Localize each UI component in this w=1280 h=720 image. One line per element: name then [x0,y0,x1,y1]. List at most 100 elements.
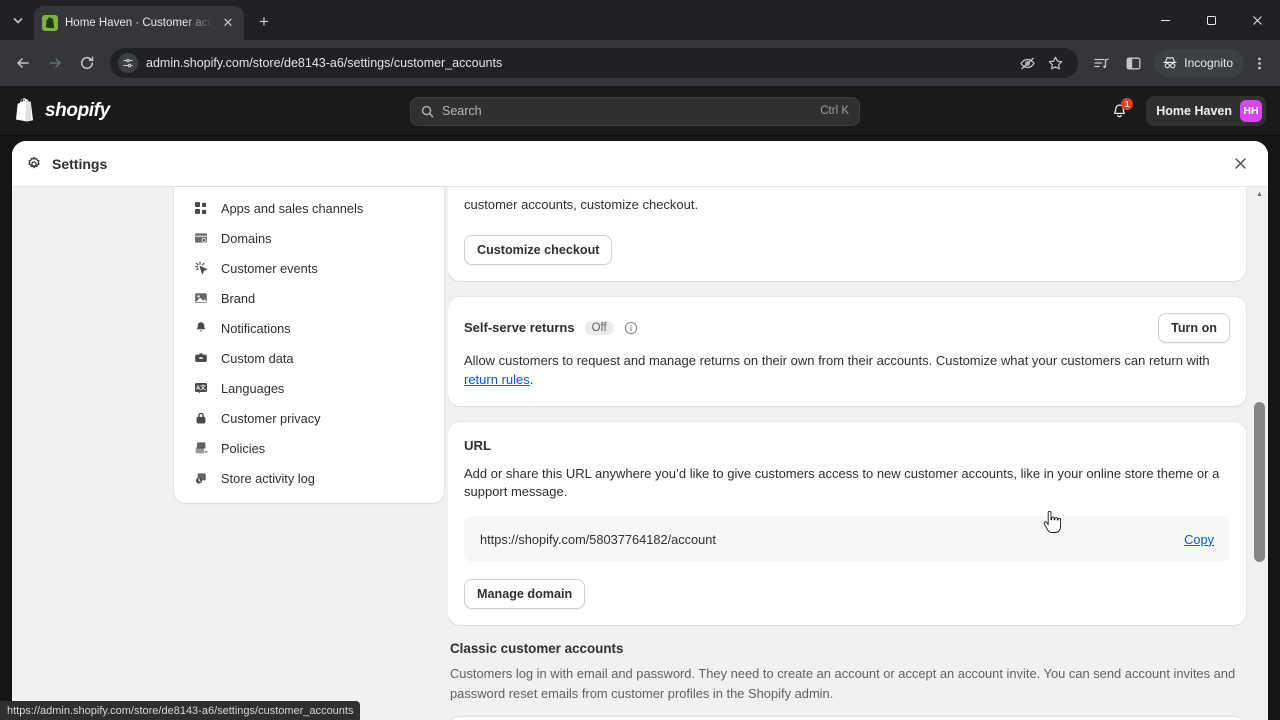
store-name: Home Haven [1156,104,1232,118]
classic-customer-accounts-section: Classic customer accounts Customers log … [448,641,1246,703]
new-tab-button[interactable]: + [250,8,278,36]
page-title: Settings [52,155,108,172]
sidebar-item-domains[interactable]: Domains [180,223,438,253]
notification-badge: 1 [1121,98,1134,110]
close-icon[interactable] [1226,150,1254,178]
svg-text:A⽂: A⽂ [196,383,206,391]
back-icon[interactable] [8,48,38,78]
self-serve-returns-title: Self-serve returns [464,320,575,336]
maximize-icon[interactable] [1188,0,1234,40]
address-bar-url: admin.shopify.com/store/de8143-a6/settin… [146,56,503,70]
classic-accounts-title: Classic customer accounts [450,641,624,657]
toolbar-right-actions: Incognito [1086,48,1272,78]
window-controls [1142,0,1280,40]
apps-grid-icon [192,200,209,217]
avatar: HH [1240,100,1262,122]
minimize-icon[interactable] [1142,0,1188,40]
description-part-1: Allow customers to request and manage re… [464,352,1210,368]
settings-modal-header: Settings [12,141,1268,187]
shopify-wordmark: shopify [45,100,110,121]
sidebar-item-customer-privacy[interactable]: Customer privacy [180,403,438,433]
settings-sidebar: Apps and sales channels Domains Customer… [174,187,444,503]
languages-icon: A⽂ [192,380,209,397]
gear-icon [28,156,40,168]
url-card-heading: URL [464,437,492,453]
classic-accounts-description: Customers log in with email and password… [450,666,1236,701]
customer-events-icon [192,260,209,277]
search-placeholder: Search [442,104,482,118]
star-icon[interactable] [1042,50,1068,76]
description-part-2: . [529,371,534,387]
tab-strip: Home Haven · Customer accou ✕ + [0,0,1280,40]
checkout-card: customer accounts, customize checkout. C… [448,187,1246,281]
sidebar-item-custom-data[interactable]: Custom data [180,343,438,373]
lock-icon [192,410,209,427]
manage-domain-button[interactable]: Manage domain [464,579,586,610]
incognito-icon [1163,57,1177,69]
checkout-card-text: customer accounts, customize checkout. [464,197,699,212]
shopify-bag-icon [16,98,34,122]
shopify-topbar: shopify Search Ctrl K 1 Home Haven HH [0,86,1280,136]
self-serve-returns-card: Self-serve returns Off Turn on Allow cus… [448,296,1246,406]
settings-content: customer accounts, customize checkout. C… [448,187,1268,720]
activity-log-icon [192,470,209,487]
sidebar-item-apps-and-sales-channels[interactable]: Apps and sales channels [180,193,438,223]
incognito-indicator[interactable]: Incognito [1154,49,1244,77]
sidebar-item-label: Custom data [221,350,294,366]
side-panel-icon[interactable] [1118,48,1148,78]
bell-icon [192,320,209,337]
copy-url-link[interactable]: Copy [1184,532,1214,547]
shopify-logo[interactable]: shopify [14,98,110,124]
return-rules-link[interactable]: return rules [464,372,530,387]
tune-icon[interactable] [118,53,138,73]
sidebar-item-languages[interactable]: A⽂ Languages [180,373,438,403]
customer-account-url: https://shopify.com/58037764182/account [480,531,716,547]
custom-data-icon [192,350,209,367]
sidebar-item-label: Customer privacy [221,410,321,426]
customize-checkout-button[interactable]: Customize checkout [464,234,613,265]
sidebar-item-customer-events[interactable]: Customer events [180,253,438,283]
sidebar-item-label: Apps and sales channels [221,200,364,216]
reload-icon[interactable] [72,48,102,78]
tab-search-button[interactable] [4,6,32,34]
status-badge: Off [584,320,614,335]
close-window-icon[interactable] [1234,0,1280,40]
three-dots-icon[interactable] [1246,48,1272,78]
notifications-button[interactable]: 1 [1102,96,1136,126]
tab-close-icon[interactable]: ✕ [220,15,236,31]
status-bar: https://admin.shopify.com/store/de8143-a… [0,701,361,720]
url-value-box: https://shopify.com/58037764182/account … [464,516,1230,563]
sidebar-item-label: Customer events [221,260,318,276]
settings-modal: Settings Apps and sales channels Domains… [12,141,1268,720]
sidebar-item-label: Languages [221,380,285,396]
store-menu-button[interactable]: Home Haven HH [1146,96,1266,126]
browser-toolbar: admin.shopify.com/store/de8143-a6/settin… [0,40,1280,86]
scrollbar-thumb[interactable] [1254,402,1265,562]
reading-list-icon[interactable] [1086,48,1116,78]
sidebar-item-policies[interactable]: Policies [180,433,438,463]
eye-off-icon[interactable] [1014,50,1040,76]
scroll-up-arrow[interactable]: ▲ [1253,187,1266,201]
settings-modal-body: Apps and sales channels Domains Customer… [12,187,1268,720]
tab-title: Home Haven · Customer accou [65,17,213,29]
incognito-label: Incognito [1184,56,1233,70]
self-serve-returns-description: Allow customers to request and manage re… [464,352,1230,390]
sidebar-item-label: Policies [221,440,266,456]
sidebar-item-store-activity-log[interactable]: Store activity log [180,463,438,493]
sidebar-item-brand[interactable]: Brand [180,283,438,313]
sidebar-item-label: Notifications [221,320,291,336]
turn-on-button[interactable]: Turn on [1158,312,1230,343]
forward-icon[interactable] [40,48,70,78]
search-input[interactable]: Search Ctrl K [410,96,860,126]
sidebar-item-label: Brand [221,290,256,306]
search-shortcut: Ctrl K [820,105,849,117]
browser-tab[interactable]: Home Haven · Customer accou ✕ [34,6,244,40]
brand-image-icon [192,290,209,307]
info-circle-icon[interactable] [624,320,639,335]
policies-icon [192,440,209,457]
omnibox-actions [1014,50,1068,76]
topbar-right: 1 Home Haven HH [1102,96,1266,126]
sidebar-item-notifications[interactable]: Notifications [180,313,438,343]
address-bar[interactable]: admin.shopify.com/store/de8143-a6/settin… [110,48,1079,78]
content-scrollbar[interactable]: ▲ ▼ [1253,187,1266,720]
